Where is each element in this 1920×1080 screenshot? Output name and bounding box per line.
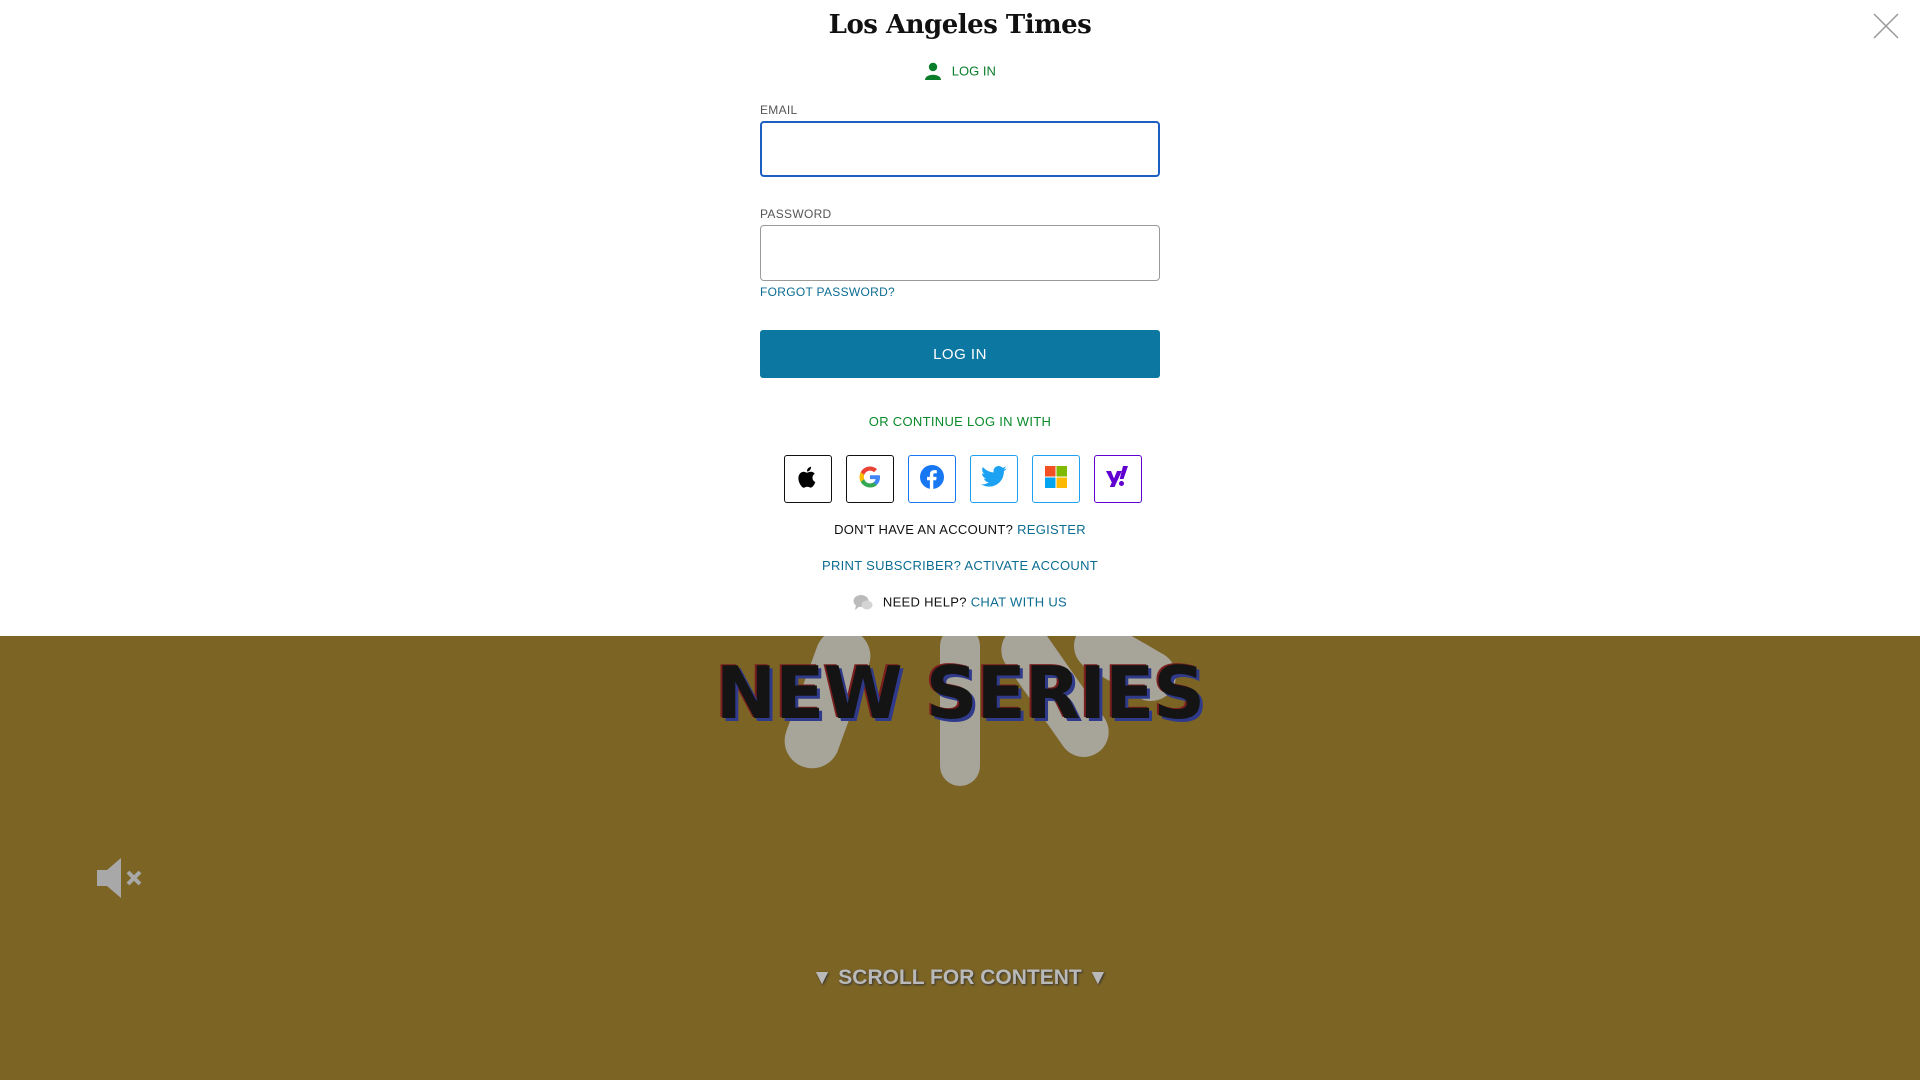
password-group: PASSWORD — [760, 207, 1160, 281]
google-login-button[interactable] — [846, 455, 894, 503]
facebook-login-button[interactable] — [908, 455, 956, 503]
mute-icon[interactable] — [95, 856, 147, 900]
email-field[interactable] — [760, 121, 1160, 177]
login-heading-text: LOG IN — [951, 63, 996, 79]
yahoo-icon — [1105, 465, 1131, 493]
help-row: NEED HELP? CHAT WITH US — [0, 594, 1920, 612]
login-heading: LOG IN — [0, 62, 1920, 80]
login-button[interactable]: LOG IN — [760, 330, 1160, 378]
continue-with-label: OR CONTINUE LOG IN WITH — [868, 414, 1052, 429]
print-subscriber-row: PRINT SUBSCRIBER? ACTIVATE ACCOUNT — [0, 558, 1920, 573]
chat-with-us-link[interactable]: CHAT WITH US — [971, 594, 1067, 609]
yahoo-login-button[interactable] — [1094, 455, 1142, 503]
forgot-password-link[interactable]: FORGOT PASSWORD? — [760, 285, 895, 299]
site-logo[interactable]: Los Angeles Times — [0, 10, 1920, 40]
activate-account-link[interactable]: PRINT SUBSCRIBER? ACTIVATE ACCOUNT — [822, 558, 1098, 573]
chat-icon — [853, 594, 883, 610]
social-login-row — [784, 455, 1144, 503]
apple-icon — [797, 465, 819, 494]
password-field[interactable] — [760, 225, 1160, 281]
register-row: DON'T HAVE AN ACCOUNT? REGISTER — [0, 522, 1920, 537]
login-panel: Los Angeles Times LOG IN EMAIL PASSWORD … — [0, 0, 1920, 636]
apple-login-button[interactable] — [784, 455, 832, 503]
twitter-login-button[interactable] — [970, 455, 1018, 503]
microsoft-icon — [1045, 465, 1067, 493]
scroll-for-content[interactable]: ▼ SCROLL FOR CONTENT ▼ — [0, 966, 1920, 990]
email-group: EMAIL — [760, 103, 1160, 177]
background-title: NEW SERIES — [715, 651, 1205, 735]
email-label: EMAIL — [760, 103, 798, 117]
google-icon — [858, 465, 882, 494]
register-link[interactable]: REGISTER — [1017, 522, 1086, 537]
twitter-icon — [981, 465, 1007, 493]
facebook-icon — [919, 464, 945, 495]
user-icon — [924, 62, 952, 80]
help-prompt: NEED HELP? — [882, 594, 967, 610]
microsoft-login-button[interactable] — [1032, 455, 1080, 503]
password-label: PASSWORD — [760, 207, 832, 221]
background-video: NEW SERIES ▼ SCROLL FOR CONTENT ▼ — [0, 636, 1920, 1080]
register-prompt: DON'T HAVE AN ACCOUNT? — [834, 522, 1014, 537]
